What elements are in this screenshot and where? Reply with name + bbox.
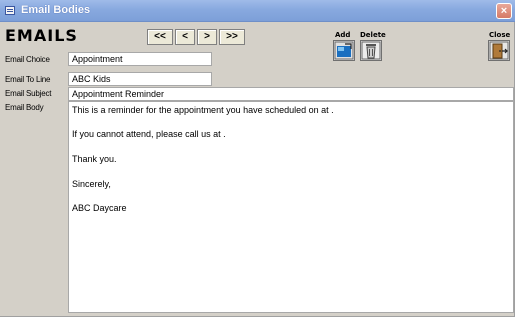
trash-can-icon [361,41,381,60]
email-subject-label: Email Subject [5,89,52,98]
email-to-line-field[interactable]: ABC Kids [68,72,212,86]
body-line: ABC Daycare [72,203,127,213]
close-form-button[interactable] [488,40,510,61]
close-label: Close [489,31,511,39]
body-line: Sincerely, [72,179,111,189]
email-to-line-label: Email To Line [5,75,51,84]
email-subject-field[interactable]: Appointment Reminder [68,87,514,101]
add-button[interactable] [333,40,355,61]
email-body-label: Email Body [5,103,44,112]
email-body-field[interactable]: This is a reminder for the appointment y… [68,101,514,313]
body-line: Thank you. [72,154,117,164]
first-record-button[interactable]: << [147,29,173,45]
add-record-icon [334,41,354,60]
window-title: Email Bodies [21,4,91,16]
delete-button[interactable] [360,40,382,61]
email-bodies-window: Email Bodies × EMAILS << < > >> Add Dele… [0,0,515,317]
exit-door-icon [489,41,509,60]
body-line: If you cannot attend, please call us at … [72,129,226,139]
add-label: Add [335,31,351,39]
form-window-icon [5,6,15,15]
next-record-button[interactable]: > [197,29,217,45]
email-choice-label: Email Choice [5,55,50,64]
body-line: This is a reminder for the appointment y… [72,105,334,115]
delete-label: Delete [360,31,386,39]
previous-record-button[interactable]: < [175,29,195,45]
last-record-button[interactable]: >> [219,29,245,45]
window-close-button[interactable]: × [496,3,512,19]
email-choice-field[interactable]: Appointment [68,52,212,66]
page-title: EMAILS [5,26,78,45]
title-bar[interactable]: Email Bodies × [0,0,515,22]
